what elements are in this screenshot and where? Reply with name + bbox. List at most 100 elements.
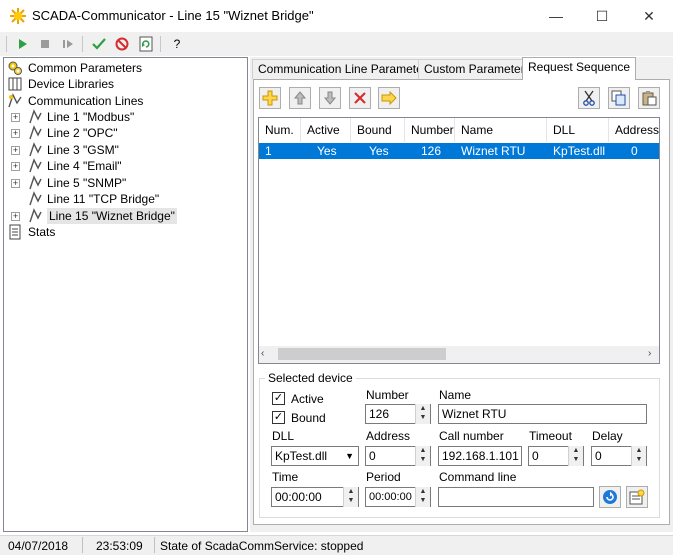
refresh-doc-icon[interactable] [136, 35, 156, 53]
cancel-icon[interactable] [112, 35, 132, 53]
reset-icon[interactable] [599, 486, 621, 508]
period-spinner[interactable]: ▲ ▼ [415, 487, 430, 507]
chevron-down-icon: ▼ [345, 451, 354, 461]
name-field[interactable]: Wiznet RTU [438, 404, 647, 424]
scroll-right-icon[interactable]: › [648, 348, 651, 359]
column-header-active[interactable]: Active [301, 118, 351, 142]
paste-icon[interactable] [638, 87, 660, 109]
request-sequence-list[interactable]: Num. Active Bound Number Name DLL Addres… [258, 117, 660, 364]
delay-spinner[interactable]: ▲ ▼ [631, 446, 646, 466]
expand-icon[interactable]: + [11, 162, 20, 171]
tree-item-line[interactable]: Line 4 "Email" [47, 158, 122, 174]
apply-check-icon[interactable] [89, 35, 109, 53]
line-icon [29, 191, 42, 206]
line-icon [29, 208, 42, 223]
status-separator [154, 537, 155, 553]
cell-num: 1 [265, 144, 272, 158]
expand-icon[interactable]: + [11, 129, 20, 138]
delete-icon[interactable] [349, 87, 371, 109]
cut-icon[interactable] [578, 87, 600, 109]
toolbar-separator [160, 36, 161, 52]
start-icon[interactable] [12, 35, 32, 53]
column-header-number[interactable]: Number [405, 118, 455, 142]
call-number-field[interactable]: 192.168.1.101 [438, 446, 522, 466]
app-sun-icon [10, 8, 26, 24]
minimize-button[interactable]: — [533, 0, 579, 32]
tree-item-communication-lines[interactable]: Communication Lines [28, 93, 143, 109]
number-label: Number [366, 388, 409, 402]
tree-item-common-parameters[interactable]: Common Parameters [28, 60, 142, 76]
active-checkbox[interactable]: ✓ [272, 392, 285, 405]
timeout-label: Timeout [529, 429, 572, 443]
tree-item-line[interactable]: Line 3 "GSM" [47, 142, 119, 158]
line-icon [29, 175, 42, 190]
tree-item-device-libraries[interactable]: Device Libraries [28, 76, 114, 92]
status-time: 23:53:09 [96, 539, 143, 553]
line-icon [29, 158, 42, 173]
delay-label: Delay [592, 429, 623, 443]
tab-communication-line-parameters[interactable]: Communication Line Parameters [252, 59, 439, 79]
add-icon[interactable] [259, 87, 281, 109]
move-down-icon[interactable] [319, 87, 341, 109]
library-icon [8, 77, 22, 91]
device-properties-icon[interactable] [626, 486, 648, 508]
dll-label: DLL [272, 429, 295, 443]
address-spinner[interactable]: ▲ ▼ [415, 446, 430, 466]
address-label: Address [366, 429, 411, 443]
window-title: SCADA-Communicator - Line 15 "Wiznet Bri… [32, 8, 314, 23]
bound-label: Bound [291, 411, 326, 425]
tab-request-sequence[interactable]: Request Sequence [522, 57, 637, 80]
maximize-button[interactable]: ☐ [579, 0, 625, 32]
bound-checkbox[interactable]: ✓ [272, 411, 285, 424]
restart-icon[interactable] [58, 35, 78, 53]
close-button[interactable]: ✕ [626, 0, 672, 32]
number-spinner[interactable]: ▲ ▼ [415, 404, 430, 424]
tree-item-line[interactable]: Line 2 "OPC" [47, 125, 118, 141]
line-icon [29, 142, 42, 157]
tree-item-line[interactable]: Line 11 "TCP Bridge" [47, 191, 159, 207]
period-label: Period [366, 470, 401, 484]
command-line-field[interactable] [438, 487, 594, 507]
column-header-name[interactable]: Name [455, 118, 547, 142]
column-header-dll[interactable]: DLL [547, 118, 609, 142]
column-header-bound[interactable]: Bound [351, 118, 405, 142]
cell-dll: KpTest.dll [553, 144, 606, 158]
tree-item-line[interactable]: Line 5 "SNMP" [47, 175, 126, 191]
tree-item-stats[interactable]: Stats [28, 224, 55, 240]
tab-custom-parameters[interactable]: Custom Parameters [418, 59, 537, 79]
expand-icon[interactable]: + [11, 146, 20, 155]
tree-item-line-selected[interactable]: Line 15 "Wiznet Bridge" [47, 208, 177, 224]
line-icon [29, 125, 42, 140]
cell-number: 126 [421, 144, 442, 158]
scrollbar-thumb[interactable] [278, 348, 446, 360]
go-to-device-icon[interactable] [378, 87, 400, 109]
expand-icon[interactable]: + [11, 179, 20, 188]
command-line-label: Command line [439, 470, 517, 484]
name-label: Name [439, 388, 472, 402]
column-header-address[interactable]: Address [609, 118, 659, 142]
tree-item-line[interactable]: Line 1 "Modbus" [47, 109, 134, 125]
time-label: Time [272, 470, 299, 484]
service-state: State of ScadaCommService: stopped [160, 539, 364, 553]
time-spinner[interactable]: ▲ ▼ [343, 487, 358, 507]
scroll-left-icon[interactable]: ‹ [261, 348, 264, 359]
timeout-spinner[interactable]: ▲ ▼ [568, 446, 583, 466]
status-date: 04/07/2018 [8, 539, 69, 553]
horizontal-scrollbar[interactable]: ‹ › [259, 346, 659, 363]
move-up-icon[interactable] [289, 87, 311, 109]
dll-select[interactable]: KpTest.dll ▼ [271, 446, 359, 466]
comm-lines-icon [8, 93, 22, 108]
cell-name: Wiznet RTU [461, 144, 526, 158]
copy-icon[interactable] [608, 87, 630, 109]
expand-icon[interactable]: + [11, 212, 20, 221]
expand-icon[interactable]: + [11, 113, 20, 122]
column-header-num[interactable]: Num. [259, 118, 301, 142]
cell-bound: Yes [369, 144, 389, 158]
toolbar-separator [82, 36, 83, 52]
help-icon[interactable]: ? [167, 35, 187, 53]
active-label: Active [291, 392, 324, 406]
stop-icon[interactable] [35, 35, 55, 53]
status-separator [82, 537, 83, 553]
line-icon [29, 109, 42, 124]
group-title: Selected device [265, 371, 356, 385]
